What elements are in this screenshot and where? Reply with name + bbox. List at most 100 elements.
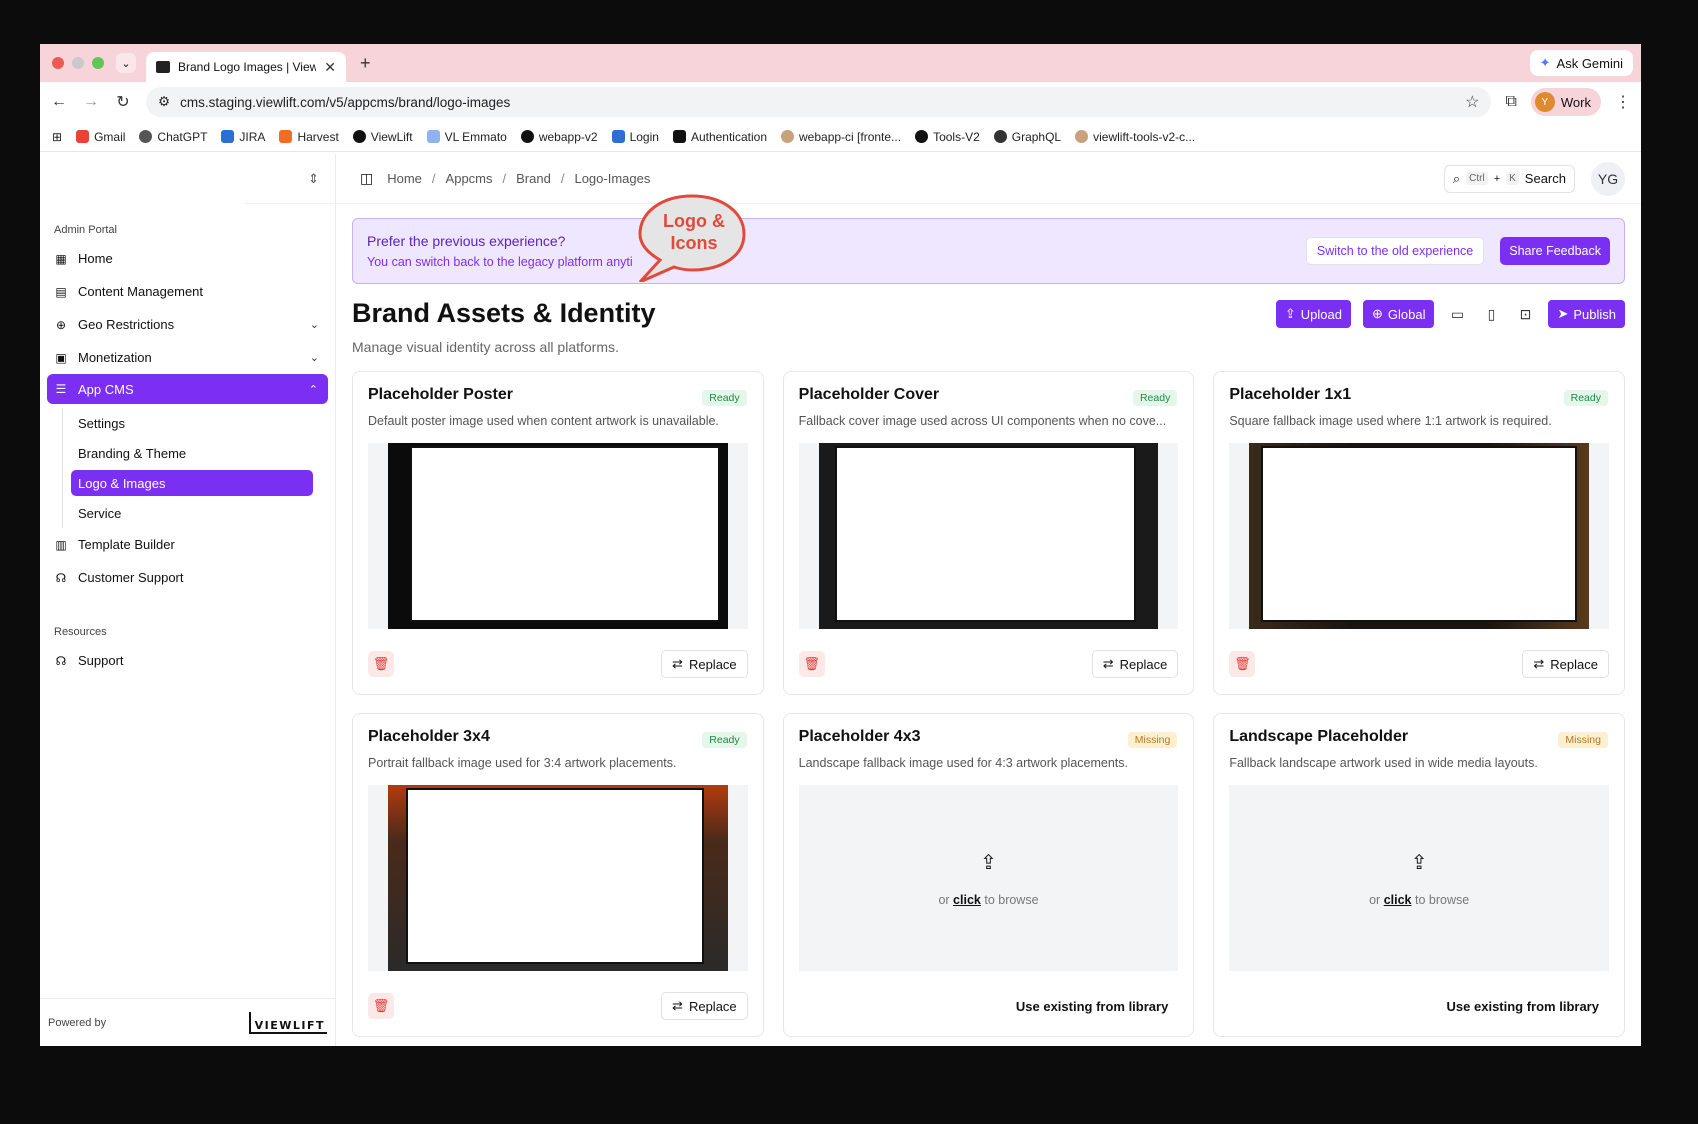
bookmark-viewlift[interactable]: ViewLift	[352, 130, 413, 144]
card-description: Portrait fallback image used for 3:4 art…	[368, 756, 677, 770]
mobile-icon[interactable]: ▯	[1480, 306, 1502, 323]
share-feedback-button[interactable]: Share Feedback	[1500, 237, 1610, 265]
tab-title: Brand Logo Images | ViewLift	[178, 60, 317, 74]
delete-button[interactable]: 🗑	[368, 651, 394, 677]
sidebar-item-geo-restrictions[interactable]: ⊕ Geo Restrictions ⌄	[40, 308, 335, 341]
bookmark-chatgpt[interactable]: ChatGPT	[139, 130, 207, 144]
kbd-plus: +	[1493, 172, 1501, 185]
use-existing-library-button[interactable]: Use existing from library	[1006, 993, 1178, 1020]
forward-icon[interactable]: →	[82, 93, 100, 111]
upload-dropzone[interactable]: ⇪ or click to browse	[798, 785, 1179, 971]
sidebar-subitem-logo-images[interactable]: Logo & Images	[71, 470, 313, 496]
sidebar-item-template-builder[interactable]: ▥ Template Builder	[40, 528, 335, 561]
browser-window: ⌄ Brand Logo Images | ViewLift ✕ + ✦ Ask…	[40, 44, 1641, 1046]
bookmark-webapp-v2[interactable]: webapp-v2	[520, 130, 598, 144]
url-text[interactable]: cms.staging.viewlift.com/v5/appcms/brand…	[180, 95, 510, 110]
chevron-down-icon: ⌄	[121, 57, 131, 70]
switch-old-experience-button[interactable]: Switch to the old experience	[1305, 237, 1485, 265]
gmail-icon	[76, 130, 90, 143]
user-avatar[interactable]: YG	[1591, 161, 1625, 196]
close-tab-icon[interactable]: ✕	[324, 59, 336, 76]
sidebar-item-monetization[interactable]: ▣ Monetization ⌄	[40, 341, 335, 374]
film-icon: ▤	[55, 284, 67, 299]
trash-icon: 🗑	[372, 656, 390, 671]
tv-icon[interactable]: ⊡	[1514, 306, 1536, 323]
app-shell: ⇕ Admin Portal ▦ Home ▤ Content Management…	[40, 154, 1641, 1046]
bookmark-tools-v2[interactable]: Tools-V2	[915, 130, 980, 144]
delete-button[interactable]: 🗑	[1229, 651, 1256, 677]
callout-line-2: Icons	[670, 233, 717, 253]
browser-menu-icon[interactable]: ⋮	[1615, 92, 1631, 112]
click-to-browse-link[interactable]: click	[1384, 893, 1412, 907]
back-icon[interactable]: ←	[50, 93, 68, 111]
desktop-icon[interactable]: ▭	[1446, 306, 1468, 323]
new-tab-button[interactable]: +	[360, 53, 371, 74]
headset-icon: ☊	[55, 570, 67, 585]
bookmark-harvest[interactable]: Harvest	[279, 130, 339, 144]
upload-dropzone[interactable]: ⇪ or click to browse	[1229, 785, 1609, 971]
apps-grid-icon[interactable]: ⊞	[52, 130, 62, 144]
workspace-switcher[interactable]: ⇕	[40, 154, 335, 204]
reload-icon[interactable]: ↻	[114, 92, 132, 112]
use-existing-library-button[interactable]: Use existing from library	[1437, 993, 1609, 1020]
bookmark-webapp-ci[interactable]: webapp-ci [fronte...	[781, 130, 901, 144]
breadcrumb-home[interactable]: Home	[387, 171, 422, 186]
replace-button[interactable]: ⇄ Replace	[1091, 650, 1179, 678]
status-badge: Ready	[702, 390, 747, 406]
publish-button[interactable]: ➤ Publish	[1548, 300, 1625, 328]
sidebar-item-content-management[interactable]: ▤ Content Management	[40, 275, 335, 308]
minimize-window-button[interactable]	[72, 57, 84, 69]
close-window-button[interactable]	[52, 57, 64, 69]
preview-canvas	[410, 446, 720, 622]
card-title: Placeholder Cover	[798, 386, 940, 403]
login-icon	[611, 130, 625, 143]
banner-subtext: You can switch back to the legacy platfo…	[367, 255, 633, 269]
card-actions: Use existing from library	[1229, 993, 1609, 1020]
global-button[interactable]: ⊕ Global	[1362, 300, 1435, 328]
sidebar-subitem-settings[interactable]: Settings	[71, 408, 313, 438]
dropzone-text: or click to browse	[1369, 893, 1469, 907]
profile-button[interactable]: Y Work	[1530, 88, 1601, 116]
sidebar-item-home[interactable]: ▦ Home	[40, 242, 335, 275]
sidebar-subitem-branding-theme[interactable]: Branding & Theme	[71, 438, 313, 468]
bookmark-authentication[interactable]: Authentication	[672, 130, 767, 144]
replace-button[interactable]: ⇄ Replace	[1522, 650, 1609, 678]
bookmark-star-icon[interactable]: ☆	[1465, 92, 1479, 112]
globe-icon: ⊕	[1371, 306, 1383, 321]
replace-button[interactable]: ⇄ Replace	[661, 650, 748, 678]
sidebar-item-support[interactable]: ☊ Support	[40, 644, 335, 677]
status-badge: Missing	[1127, 732, 1178, 748]
sidebar-item-app-cms[interactable]: ☰ App CMS ⌃	[47, 374, 328, 404]
sidebar-item-customer-support[interactable]: ☊ Customer Support	[40, 561, 335, 594]
favicon-icon	[156, 61, 170, 73]
upload-button[interactable]: ⇪ Upload	[1275, 300, 1351, 328]
replace-button[interactable]: ⇄ Replace	[661, 992, 748, 1020]
bookmark-label: viewlift-tools-v2-c...	[1093, 129, 1196, 144]
bookmark-vl-emmato[interactable]: VL Emmato	[426, 130, 507, 144]
ask-gemini-button[interactable]: ✦ Ask Gemini	[1529, 50, 1633, 76]
breadcrumb-brand[interactable]: Brand	[516, 171, 551, 186]
extensions-icon[interactable]: ⧉	[1505, 93, 1516, 111]
bookmark-graphql[interactable]: GraphQL	[993, 130, 1061, 144]
delete-button[interactable]: 🗑	[368, 993, 394, 1019]
bookmark-login[interactable]: Login	[611, 130, 659, 144]
sidebar-item-label: Customer Support	[78, 570, 184, 585]
maximize-window-button[interactable]	[92, 57, 104, 69]
click-to-browse-link[interactable]: click	[953, 893, 981, 907]
address-bar[interactable]: ⚙ cms.staging.viewlift.com/v5/appcms/bra…	[146, 87, 1492, 117]
asset-grid: Placeholder Poster Ready Default poster …	[352, 371, 1625, 1037]
publish-label: Publish	[1573, 306, 1616, 322]
bookmark-viewlift-tools[interactable]: viewlift-tools-v2-c...	[1075, 130, 1195, 144]
delete-button[interactable]: 🗑	[798, 651, 825, 677]
tab-search-button[interactable]: ⌄	[116, 53, 136, 73]
toggle-sidebar-icon[interactable]: ◫	[360, 170, 373, 187]
site-info-icon[interactable]: ⚙	[158, 94, 170, 110]
bookmark-gmail[interactable]: Gmail	[76, 130, 125, 144]
viewlift-logo: VIEWLIFT	[248, 1011, 327, 1034]
bookmark-jira[interactable]: JIRA	[221, 130, 265, 144]
sidebar-subitem-service[interactable]: Service	[71, 498, 313, 528]
chevrons-up-down-icon[interactable]: ⇕	[308, 171, 319, 187]
breadcrumb-appcms[interactable]: Appcms	[446, 171, 493, 186]
browser-tab[interactable]: Brand Logo Images | ViewLift ✕	[146, 52, 346, 82]
search-button[interactable]: ⌕ Ctrl + K Search	[1443, 164, 1575, 193]
